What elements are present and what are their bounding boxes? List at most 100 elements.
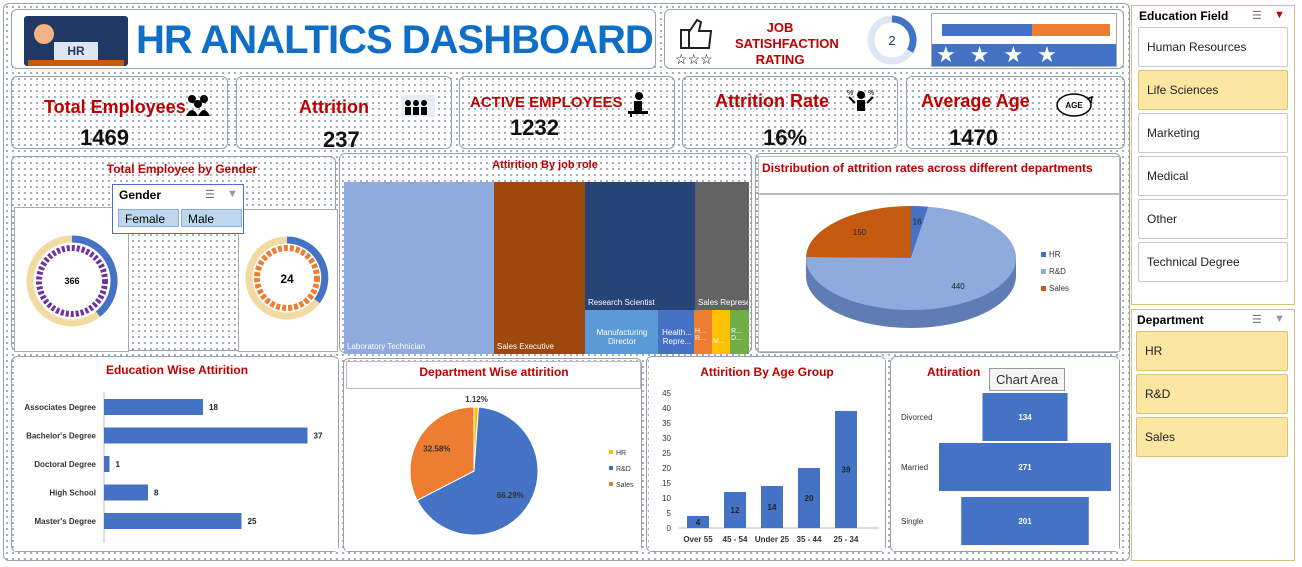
kpi-average-age: Average Age AGE 1470 [906, 76, 1125, 150]
x-tick-label: Under 25 [755, 535, 790, 544]
gender-option-female[interactable]: Female [118, 209, 179, 227]
chart-title: Attirition By Age Group [700, 365, 834, 379]
slicer-title: Department [1137, 313, 1204, 327]
data-label: 12 [731, 506, 740, 515]
category-label: Doctoral Degree [34, 460, 96, 469]
y-tick-label: 20 [662, 464, 671, 473]
slicer-option-sales[interactable]: Sales [1136, 417, 1288, 457]
job-satisfaction-label: JOB SATISHFACTION RATING [735, 20, 839, 67]
rating-bar-orange [1032, 24, 1110, 36]
slicer-option-marketing[interactable]: Marketing [1138, 113, 1288, 153]
education-field-slicer[interactable]: Education Field ☰ ▼ Human Resources Life… [1131, 5, 1295, 305]
multi-select-icon[interactable]: ☰ [1252, 313, 1262, 326]
chart-area-tooltip: Chart Area [989, 368, 1066, 391]
kpi-value: 1469 [80, 125, 129, 150]
data-label: 25 [248, 517, 257, 526]
age-icon: AGE [1056, 93, 1093, 117]
slicer-option-medical[interactable]: Medical [1138, 156, 1288, 196]
data-label: 18 [209, 403, 218, 412]
legend-swatch [1041, 252, 1046, 257]
dept-pie-chart: 1.12% 66.29% 32.58% HR R&D Sales [409, 395, 634, 536]
person-head-icon [34, 24, 54, 44]
logo-text: HR [54, 42, 98, 60]
data-label: 14 [768, 503, 777, 512]
job-satisfaction-card: ☆☆☆ JOB SATISHFACTION RATING 2 ★★★★ [664, 9, 1124, 69]
svg-text:%: % [847, 90, 853, 97]
legend-label: R&D [616, 466, 631, 473]
kpi-title: Total Employees [44, 97, 186, 117]
category-label: Married [901, 463, 928, 472]
y-tick-label: 40 [662, 404, 671, 413]
treemap-tile: Manufacturing Director [585, 310, 658, 354]
kpi-attrition: Attrition 237 [236, 76, 452, 152]
slicer-option-rnd[interactable]: R&D [1136, 374, 1288, 414]
treemap-tile: Research Scientist [585, 182, 695, 310]
gender-slicer[interactable]: Gender ☰ ▼ Female Male [112, 184, 244, 234]
dept-attrition-card: Department Wise attirition 1.12% 66.29% 32… [343, 358, 642, 552]
slicer-option-other[interactable]: Other [1138, 199, 1288, 239]
age-bar-chart: 0 5 10 15 20 25 30 35 40 45 4 Over 55 12 45 - 54 14 Und… [662, 389, 879, 544]
clear-filter-icon[interactable]: ▼ [227, 188, 238, 200]
y-tick-label: 30 [662, 434, 671, 443]
data-label: 20 [805, 494, 814, 503]
data-label: 440 [951, 282, 965, 291]
kpi-title: Average Age [921, 91, 1030, 111]
rating-value: 2 [888, 33, 895, 48]
page-title: HR ANALTICS DASHBOARD [136, 18, 654, 62]
treemap-tile: Sales Representa... [695, 182, 749, 310]
rating-bar-blue [942, 24, 1032, 36]
legend-label: R&D [1049, 267, 1066, 276]
kpi-title: ACTIVE EMPLOYEES [470, 94, 623, 111]
marital-bar-chart: Divorced 134 Married 271 Single 201 [901, 393, 1111, 545]
clear-filter-icon[interactable]: ▼ [1274, 9, 1285, 21]
svg-text:AGE: AGE [1065, 101, 1083, 110]
treemap-tile: Health... Repre... [658, 310, 694, 354]
y-tick-label: 25 [662, 449, 671, 458]
slicer-option-life-sciences[interactable]: Life Sciences [1138, 70, 1288, 110]
multi-select-icon[interactable]: ☰ [205, 188, 215, 201]
x-tick-label: 45 - 54 [723, 535, 748, 544]
kpi-value: 16% [763, 125, 808, 150]
y-tick-label: 45 [662, 389, 671, 398]
rating-stars-icon: ★★★★ [932, 44, 1116, 66]
chart-title: Total Employee by Gender [106, 162, 258, 176]
rating-stars-panel: ★★★★ [931, 13, 1117, 67]
kpi-title: Attrition [299, 97, 369, 117]
treemap-tile: Laboratory Technician [344, 182, 494, 354]
pie3d-chart: 16 440 150 HR R&D Sales [806, 206, 1069, 328]
svg-text:☆☆☆: ☆☆☆ [675, 51, 713, 66]
y-tick-label: 10 [662, 494, 671, 503]
legend-label: Sales [616, 482, 634, 489]
kpi-active-employees: ACTIVE EMPLOYEES 1232 [459, 76, 675, 149]
kpi-attrition-rate: Attrition Rate %% 16% [682, 76, 898, 150]
multi-select-icon[interactable]: ☰ [1252, 9, 1262, 22]
kpi-total-employees: Total Employees 1469 [11, 76, 228, 150]
category-label: Divorced [901, 413, 933, 422]
data-label: 66.29% [497, 491, 524, 500]
slicer-option-human-resources[interactable]: Human Resources [1138, 27, 1288, 67]
data-label: 134 [1018, 413, 1032, 422]
male-donut: 24 [245, 236, 329, 320]
rating-gauge: 2 [867, 15, 917, 65]
education-attrition-card: Education Wise Attirition Associates Deg… [11, 356, 339, 552]
department-slicer[interactable]: Department ☰ ▼ HR R&D Sales [1131, 309, 1295, 561]
dept-distribution-card: Distribution of attrition rates across d… [755, 153, 1121, 353]
data-label: 4 [696, 518, 701, 527]
category-label: High School [49, 489, 96, 498]
clear-filter-icon[interactable]: ▼ [1274, 313, 1285, 325]
title-card: HR HR ANALTICS DASHBOARD [11, 9, 656, 69]
education-bar-chart: Associates Degree 18Bachelor's Degree 37Do… [24, 392, 323, 543]
legend-label: HR [616, 450, 626, 457]
legend-swatch [609, 450, 613, 454]
gender-option-male[interactable]: Male [181, 209, 242, 227]
age-attrition-card: Attirition By Age Group 0 5 10 15 20 25 30 35 40… [646, 356, 886, 552]
slicer-option-technical-degree[interactable]: Technical Degree [1138, 242, 1288, 282]
team-icon [401, 95, 435, 117]
x-tick-label: Over 55 [683, 535, 713, 544]
legend-label: Sales [1049, 284, 1069, 293]
legend-swatch [1041, 286, 1046, 291]
y-tick-label: 5 [667, 509, 672, 518]
slicer-option-hr[interactable]: HR [1136, 331, 1288, 371]
legend-label: HR [1049, 250, 1061, 259]
slicer-title: Gender [119, 188, 162, 202]
